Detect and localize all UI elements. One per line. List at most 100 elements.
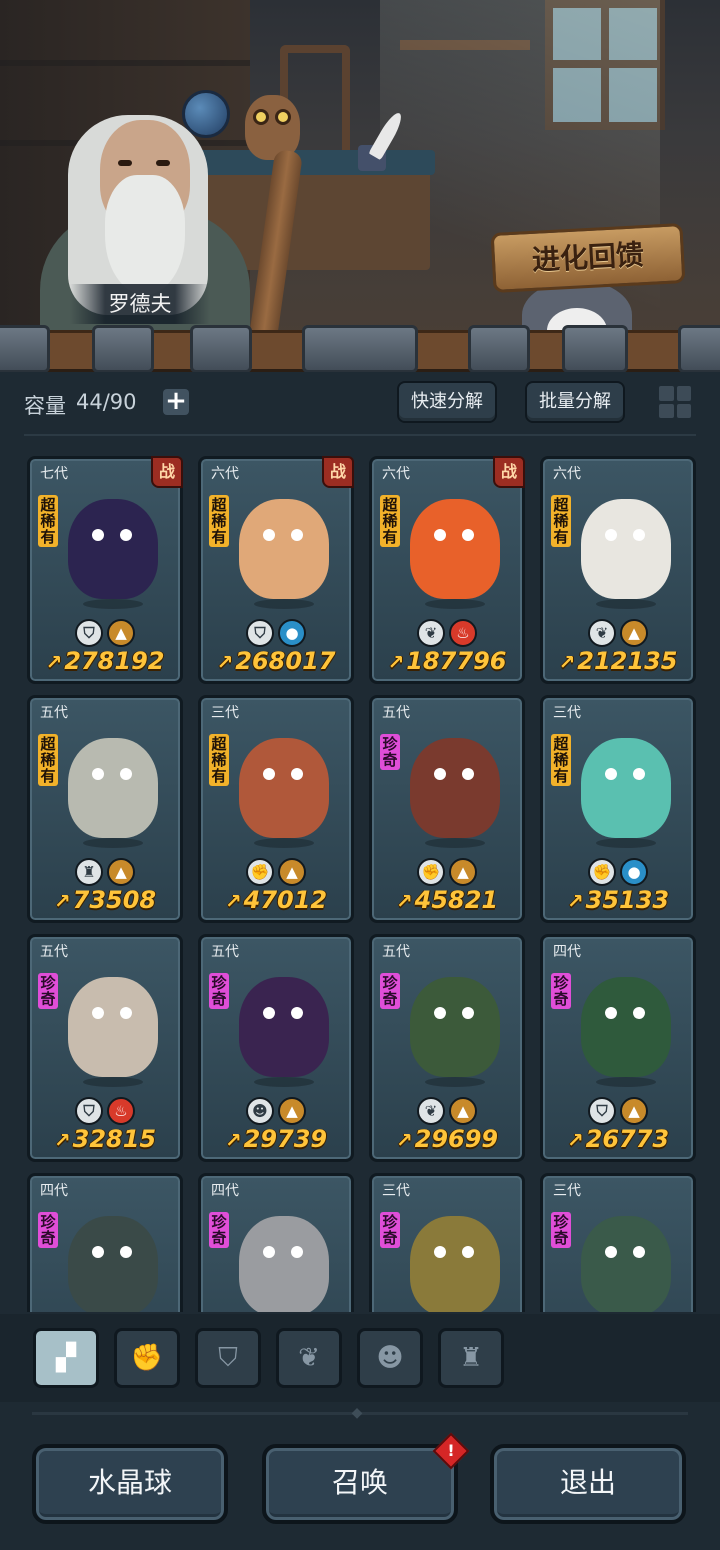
filter-all-icon[interactable]: ▞ bbox=[33, 1328, 99, 1388]
rarity-tag: 珍奇 bbox=[209, 973, 229, 1009]
quick-decompose-button[interactable]: 快速分解 bbox=[397, 381, 497, 423]
pet-card[interactable]: 六代 超稀有 ❦ ▲ ↗212135 bbox=[540, 456, 696, 684]
pet-card[interactable]: 四代 珍奇 bbox=[27, 1173, 183, 1312]
pet-badges: ⛉ ♨ bbox=[30, 1097, 180, 1125]
study-room-scene: 罗德夫 进化回馈 bbox=[0, 0, 720, 345]
pet-card[interactable]: 七代战超稀有 ⛉ ▲ ↗278192 bbox=[27, 456, 183, 684]
generation-label: 四代 bbox=[553, 944, 581, 960]
pet-card[interactable]: 四代珍奇 ⛉ ▲ ↗26773 bbox=[540, 934, 696, 1162]
pet-storage-screen: 罗德夫 进化回馈 容量 44/90 + 快速分解 批量分解 七代战超稀有 ⛉ ▲ ↗2… bbox=[0, 0, 720, 1550]
crystal-ball-button[interactable]: 水晶球 bbox=[32, 1444, 228, 1524]
pet-card[interactable]: 六代战超稀有 ❦ ♨ ↗187796 bbox=[369, 456, 525, 684]
npc-eye bbox=[118, 160, 132, 166]
generation-label: 三代 bbox=[553, 705, 581, 721]
power-number: 187796 bbox=[406, 647, 507, 675]
exit-button[interactable]: 退出 bbox=[490, 1444, 686, 1524]
power-number: 29739 bbox=[243, 1125, 328, 1153]
grid-view-icon[interactable] bbox=[656, 383, 694, 421]
power-number: 47012 bbox=[243, 886, 328, 914]
wall-plank bbox=[0, 60, 250, 66]
pet-card[interactable]: 五代 超稀有 ♜ ▲ ↗73508 bbox=[27, 695, 183, 923]
filter-leaf-icon[interactable]: ❦ bbox=[276, 1328, 342, 1388]
pet-portrait bbox=[239, 738, 329, 848]
pet-card-grid: 七代战超稀有 ⛉ ▲ ↗278192 六代战超稀有 ⛉ ● ↗268017 六代战超稀有 ❦ ♨ ↗1… bbox=[0, 444, 720, 1312]
alert-icon: ! bbox=[432, 1432, 470, 1470]
generation-label: 五代 bbox=[40, 944, 68, 960]
in-battle-badge: 战 bbox=[493, 456, 525, 488]
pet-badges: ❦ ▲ bbox=[543, 619, 693, 647]
power-value: ↗47012 bbox=[201, 886, 351, 914]
power-number: 35133 bbox=[585, 886, 670, 914]
filter-tab-bar: ▞ ✊ ⛉ ❦ ☻ ♜ bbox=[0, 1314, 720, 1402]
pet-card[interactable]: 四代 珍奇 bbox=[198, 1173, 354, 1312]
pet-badges: ⛉ ▲ bbox=[30, 619, 180, 647]
earth-icon: ▲ bbox=[278, 1097, 306, 1125]
pet-card[interactable]: 五代 珍奇 ❦ ▲ ↗29699 bbox=[369, 934, 525, 1162]
pet-card[interactable]: 三代 超稀有 ✊ ● ↗35133 bbox=[540, 695, 696, 923]
power-number: 45821 bbox=[414, 886, 499, 914]
fist-icon: ✊ bbox=[417, 858, 445, 886]
in-battle-badge: 战 bbox=[322, 456, 354, 488]
rarity-tag: 超稀有 bbox=[209, 734, 229, 786]
power-number: 268017 bbox=[235, 647, 336, 675]
power-number: 29699 bbox=[414, 1125, 499, 1153]
pet-card[interactable]: 六代战超稀有 ⛉ ● ↗268017 bbox=[198, 456, 354, 684]
earth-icon: ▲ bbox=[278, 858, 306, 886]
pet-card[interactable]: 五代 珍奇 ✊ ▲ ↗45821 bbox=[369, 695, 525, 923]
pet-badges: ☻ ▲ bbox=[201, 1097, 351, 1125]
npc-name-label: 罗德夫 bbox=[70, 284, 210, 324]
generation-label: 四代 bbox=[40, 1183, 68, 1199]
evolution-reward-button[interactable]: 进化回馈 bbox=[490, 223, 686, 293]
pet-portrait bbox=[239, 499, 329, 609]
leaf-icon: ❦ bbox=[588, 619, 616, 647]
power-icon: ↗ bbox=[216, 650, 234, 674]
leaf-icon: ❦ bbox=[417, 1097, 445, 1125]
power-value: ↗73508 bbox=[30, 886, 180, 914]
rail-stone bbox=[562, 325, 628, 373]
skull-icon: ☻ bbox=[246, 1097, 274, 1125]
scroll-knob-icon[interactable]: ◆ bbox=[345, 1405, 369, 1421]
shield-icon: ⛉ bbox=[588, 1097, 616, 1125]
batch-decompose-button[interactable]: 批量分解 bbox=[525, 381, 625, 423]
power-number: 212135 bbox=[577, 647, 678, 675]
water-icon: ● bbox=[278, 619, 306, 647]
pet-card[interactable]: 三代 珍奇 bbox=[369, 1173, 525, 1312]
filter-tower-icon[interactable]: ♜ bbox=[438, 1328, 504, 1388]
power-value: ↗29739 bbox=[201, 1125, 351, 1153]
power-icon: ↗ bbox=[224, 1128, 242, 1152]
pet-portrait bbox=[68, 499, 158, 609]
capacity-label: 容量 bbox=[24, 394, 66, 418]
pet-badges: ❦ ▲ bbox=[372, 1097, 522, 1125]
pet-card[interactable]: 五代 珍奇 ☻ ▲ ↗29739 bbox=[198, 934, 354, 1162]
generation-label: 五代 bbox=[382, 705, 410, 721]
fire-icon: ♨ bbox=[107, 1097, 135, 1125]
pet-portrait bbox=[581, 499, 671, 609]
rarity-tag: 珍奇 bbox=[380, 734, 400, 770]
rarity-tag: 珍奇 bbox=[209, 1212, 229, 1248]
pet-portrait bbox=[410, 738, 500, 848]
filter-fist-icon[interactable]: ✊ bbox=[114, 1328, 180, 1388]
pet-badges: ❦ ♨ bbox=[372, 619, 522, 647]
rail-stone bbox=[190, 325, 252, 373]
pet-badges: ⛉ ▲ bbox=[543, 1097, 693, 1125]
summon-label: 召唤 bbox=[331, 1466, 388, 1499]
pet-card[interactable]: 五代 珍奇 ⛉ ♨ ↗32815 bbox=[27, 934, 183, 1162]
power-icon: ↗ bbox=[387, 650, 405, 674]
pet-card[interactable]: 三代 珍奇 bbox=[540, 1173, 696, 1312]
rail-stone bbox=[92, 325, 154, 373]
generation-label: 六代 bbox=[211, 466, 239, 482]
rarity-tag: 超稀有 bbox=[38, 734, 58, 786]
power-value: ↗26773 bbox=[543, 1125, 693, 1153]
pet-card[interactable]: 三代 超稀有 ✊ ▲ ↗47012 bbox=[198, 695, 354, 923]
power-value: ↗278192 bbox=[30, 647, 180, 675]
filter-shield-icon[interactable]: ⛉ bbox=[195, 1328, 261, 1388]
power-value: ↗187796 bbox=[372, 647, 522, 675]
filter-skull-icon[interactable]: ☻ bbox=[357, 1328, 423, 1388]
rarity-tag: 珍奇 bbox=[551, 973, 571, 1009]
summon-button[interactable]: 召唤 ! bbox=[262, 1432, 470, 1524]
expand-capacity-button[interactable]: + bbox=[163, 388, 189, 415]
power-value: ↗29699 bbox=[372, 1125, 522, 1153]
power-icon: ↗ bbox=[395, 889, 413, 913]
rarity-tag: 超稀有 bbox=[551, 734, 571, 786]
power-icon: ↗ bbox=[566, 889, 584, 913]
